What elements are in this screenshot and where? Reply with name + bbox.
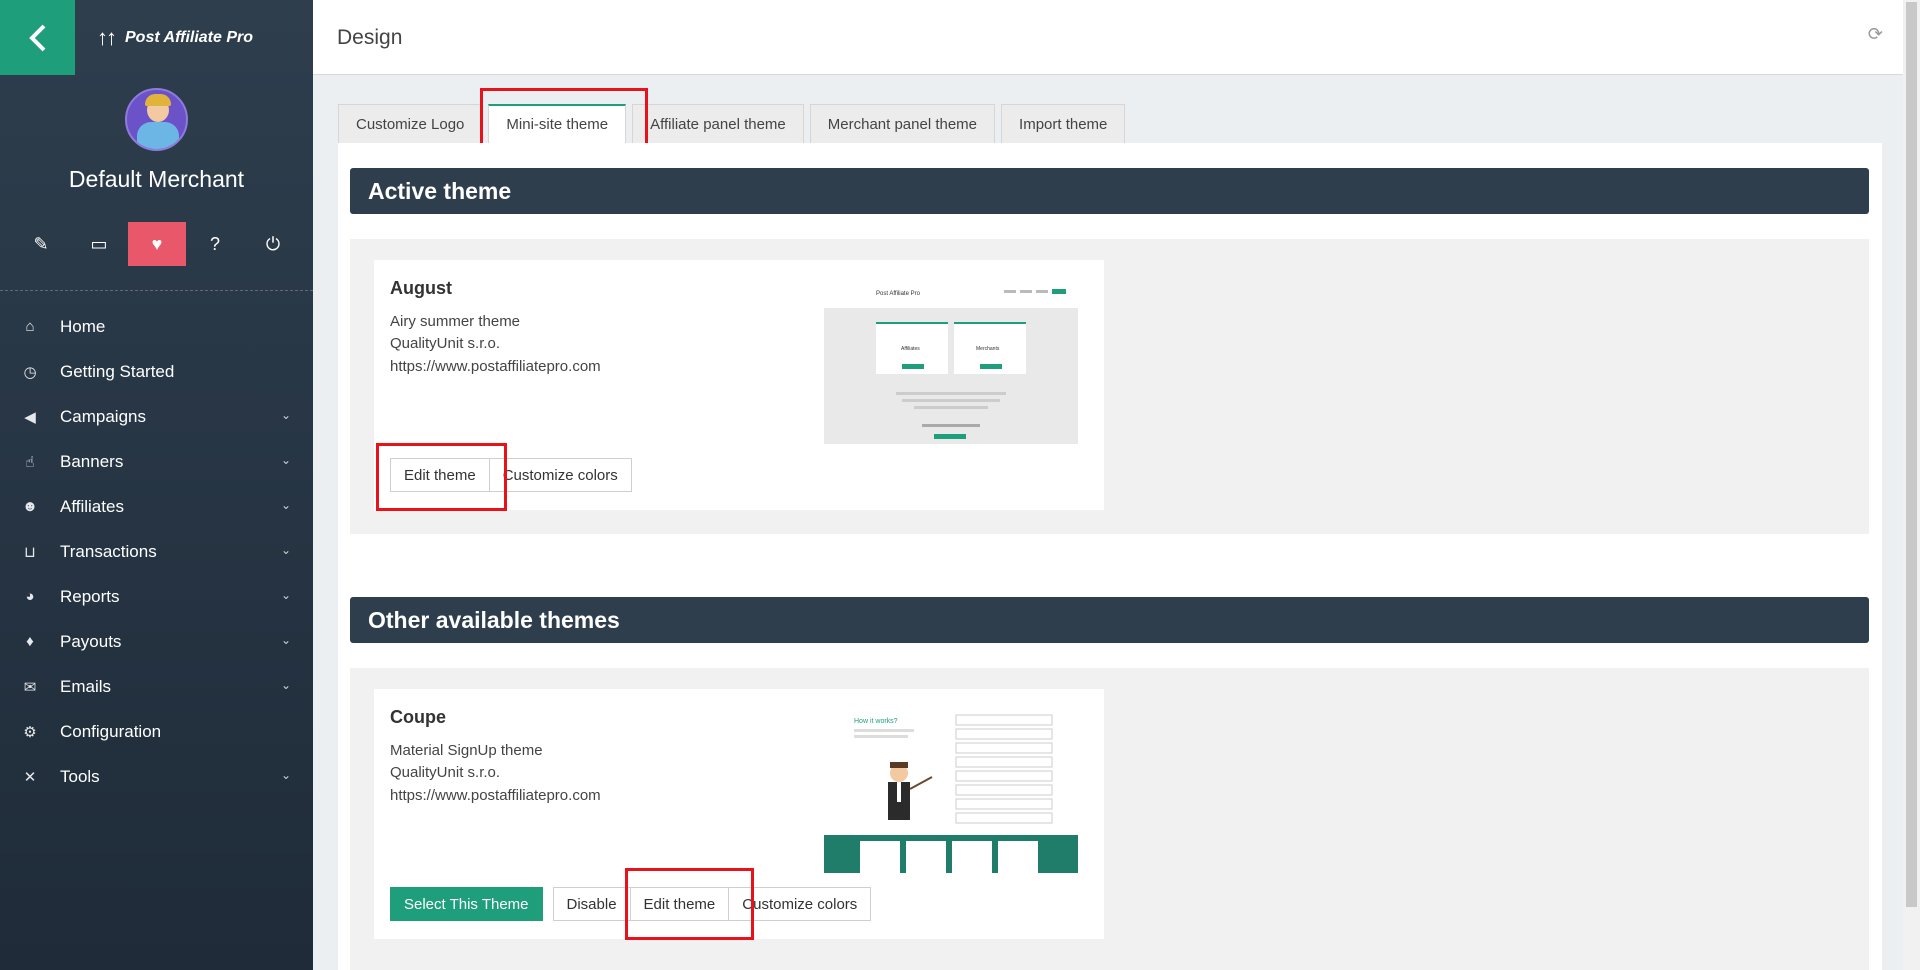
sidebar-item-transactions[interactable]: ⊔ Transactions ⌄ xyxy=(0,529,313,574)
theme-url: https://www.postaffiliatepro.com xyxy=(390,358,601,375)
wrench-icon: ✕ xyxy=(23,768,37,786)
back-button[interactable] xyxy=(0,0,75,75)
august-preview-image: Post Affiliate Pro Affiliates Merchants xyxy=(824,278,1078,444)
brand-name: Post Affiliate Pro xyxy=(125,28,254,46)
sidebar-item-label: Home xyxy=(60,316,106,336)
sidebar-item-tools[interactable]: ✕ Tools ⌄ xyxy=(0,754,313,799)
sidebar-item-label: Configuration xyxy=(60,721,162,741)
sidebar-item-campaigns[interactable]: ◀ Campaigns ⌄ xyxy=(0,394,313,439)
sidebar-item-banners[interactable]: ☝ Banners ⌄ xyxy=(0,439,313,484)
section-heading-other-themes: Other available themes xyxy=(350,597,1869,643)
theme-description: Material SignUp theme xyxy=(390,742,543,759)
section-heading-active-theme: Active theme xyxy=(350,168,1869,214)
select-theme-button[interactable]: Select This Theme xyxy=(390,887,543,921)
avatar[interactable] xyxy=(125,88,188,151)
page-title: Design xyxy=(337,26,403,49)
header: Design ⟳ xyxy=(313,0,1903,75)
other-themes-panel: Coupe Material SignUp theme QualityUnit … xyxy=(350,668,1869,970)
chevron-down-icon: ⌄ xyxy=(280,768,291,782)
chevron-down-icon: ⌄ xyxy=(280,453,291,467)
sidebar-item-reports[interactable]: ◕ Reports ⌄ xyxy=(0,574,313,619)
sidebar-item-label: Reports xyxy=(60,586,120,606)
chevron-down-icon: ⌄ xyxy=(280,633,291,647)
sidebar-nav: ⌂ Home ◷ Getting Started ◀ Campaigns ⌄ ☝… xyxy=(0,304,313,799)
sidebar-item-label: Getting Started xyxy=(60,361,175,381)
money-bag-icon: ♦ xyxy=(26,633,34,650)
preview-heading: How it works? xyxy=(854,718,898,725)
sidebar-item-configuration[interactable]: ⚙ Configuration xyxy=(0,709,313,754)
sidebar-item-emails[interactable]: ✉ Emails ⌄ xyxy=(0,664,313,709)
customize-colors-button[interactable]: Customize colors xyxy=(488,458,632,492)
active-theme-panel: August Airy summer theme QualityUnit s.r… xyxy=(350,239,1869,534)
chevron-down-icon: ⌄ xyxy=(280,543,291,557)
basket-icon: ⊔ xyxy=(24,543,36,561)
power-icon[interactable]: ⏻ xyxy=(244,222,302,266)
preview-brand: Post Affiliate Pro xyxy=(876,291,921,297)
scrollbar-thumb[interactable] xyxy=(1906,2,1917,907)
sidebar-item-label: Emails xyxy=(60,676,112,696)
theme-description: Airy summer theme xyxy=(390,313,521,330)
sidebar-item-label: Campaigns xyxy=(60,406,146,426)
brand[interactable]: ↑↑ Post Affiliate Pro xyxy=(75,0,313,75)
sidebar-top: ↑↑ Post Affiliate Pro xyxy=(0,0,313,75)
theme-author: QualityUnit s.r.o. xyxy=(390,764,501,781)
brand-logo-icon: ↑↑ xyxy=(97,24,117,50)
gear-icon: ⚙ xyxy=(23,723,37,741)
pie-chart-icon: ◕ xyxy=(25,588,35,605)
theme-name: Coupe xyxy=(390,707,446,727)
chevron-down-icon: ⌄ xyxy=(280,498,291,512)
main-content: Active theme August Airy summer theme Qu… xyxy=(338,143,1882,970)
stopwatch-icon: ◷ xyxy=(23,363,37,381)
theme-preview-coupe: How it works? xyxy=(824,707,1078,873)
disable-button[interactable]: Disable xyxy=(552,887,631,921)
sidebar-divider xyxy=(0,290,313,291)
help-icon[interactable]: ? xyxy=(186,222,244,266)
sidebar-icon-row: ✎ ▭ ♥ ? ⏻ xyxy=(12,222,302,266)
refresh-icon[interactable]: ⟳ xyxy=(1868,24,1883,45)
highlight-box-edit-theme-active xyxy=(376,443,507,511)
sidebar-item-getting-started[interactable]: ◷ Getting Started xyxy=(0,349,313,394)
chevron-down-icon: ⌄ xyxy=(280,678,291,692)
theme-author: QualityUnit s.r.o. xyxy=(390,335,501,352)
tab-import-theme[interactable]: Import theme xyxy=(1001,104,1126,143)
tab-affiliate-panel-theme[interactable]: Affiliate panel theme xyxy=(632,104,804,143)
home-icon: ⌂ xyxy=(25,318,35,335)
chevron-left-icon xyxy=(28,24,45,51)
sidebar: ↑↑ Post Affiliate Pro Default Merchant ✎… xyxy=(0,0,313,970)
chevron-down-icon: ⌄ xyxy=(280,408,291,422)
coupe-preview-image: How it works? xyxy=(824,707,1078,873)
sidebar-item-label: Payouts xyxy=(60,631,122,651)
health-icon[interactable]: ♥ xyxy=(128,222,186,266)
preview-card-merchants: Merchants xyxy=(976,346,1000,352)
sidebar-item-affiliates[interactable]: ☻ Affiliates ⌄ xyxy=(0,484,313,529)
sidebar-item-label: Affiliates xyxy=(60,496,124,516)
sidebar-item-label: Banners xyxy=(60,451,124,471)
highlight-box-edit-theme-coupe xyxy=(625,868,754,940)
pencil-icon[interactable]: ✎ xyxy=(12,222,70,266)
sidebar-item-home[interactable]: ⌂ Home xyxy=(0,304,313,349)
envelope-icon: ✉ xyxy=(23,678,37,696)
users-icon: ☻ xyxy=(22,498,38,515)
user-name: Default Merchant xyxy=(68,166,245,192)
tab-customize-logo[interactable]: Customize Logo xyxy=(338,104,483,143)
preview-card-affiliates: Affiliates xyxy=(901,346,920,352)
monitor-icon[interactable]: ▭ xyxy=(70,222,128,266)
theme-url: https://www.postaffiliatepro.com xyxy=(390,787,601,804)
tab-bar: Customize Logo Mini-site theme Affiliate… xyxy=(338,104,1126,143)
hand-pointer-icon: ☝ xyxy=(25,453,35,471)
chevron-down-icon: ⌄ xyxy=(280,588,291,602)
megaphone-icon: ◀ xyxy=(24,408,36,426)
sidebar-item-label: Transactions xyxy=(60,541,157,561)
scrollbar[interactable] xyxy=(1903,0,1920,970)
sidebar-item-payouts[interactable]: ♦ Payouts ⌄ xyxy=(0,619,313,664)
theme-preview-august: Post Affiliate Pro Affiliates Merchants xyxy=(824,278,1078,444)
tab-merchant-panel-theme[interactable]: Merchant panel theme xyxy=(809,104,996,143)
sidebar-item-label: Tools xyxy=(60,766,100,786)
theme-name: August xyxy=(390,278,452,298)
